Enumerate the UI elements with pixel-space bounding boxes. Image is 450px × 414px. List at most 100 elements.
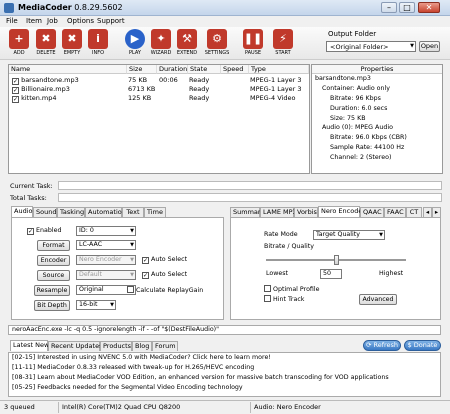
menu-bar: File Item Job Options Support <box>0 16 450 27</box>
news-item[interactable]: [08-31] Learn about MediaCoder VOD Editi… <box>12 374 389 381</box>
menu-job[interactable]: Job <box>47 17 58 25</box>
output-folder-select[interactable]: <Original Folder> ▼ <box>326 41 416 52</box>
quality-value-input[interactable]: 50 <box>320 269 342 279</box>
source-button[interactable]: Source <box>37 270 70 281</box>
status-cpu: Intel(R) Core(TM)2 Quad CPU Q8200 <box>62 403 181 411</box>
stream-id-select[interactable]: ID: 0 ▼ <box>76 226 136 236</box>
open-folder-button[interactable]: Open <box>419 41 440 52</box>
row-checkbox[interactable]: ✓ <box>12 87 19 94</box>
column-header-speed[interactable]: Speed <box>221 65 249 74</box>
maximize-button[interactable]: □ <box>399 2 415 13</box>
replaygain-checkbox[interactable]: Calculate ReplayGain <box>127 286 203 294</box>
column-header-duration[interactable]: Duration <box>157 65 188 74</box>
tab-ct[interactable]: CT <box>406 207 422 217</box>
tab-faac[interactable]: FAAC <box>384 207 406 217</box>
encoder-select[interactable]: Nero Encoder ▼ <box>76 255 136 265</box>
table-row[interactable]: ✓ Billionaire.mp3 <box>12 85 70 94</box>
pause-button[interactable]: ❚❚ PAUSE <box>241 29 265 56</box>
highest-label: Highest <box>379 270 404 277</box>
add-icon: + <box>9 29 29 49</box>
total-tasks-progress <box>58 193 442 202</box>
prop-sample-rate: Sample Rate: 44100 Hz <box>330 144 405 151</box>
row-checkbox[interactable]: ✓ <box>12 78 19 85</box>
quality-slider-thumb[interactable] <box>334 255 339 265</box>
news-item[interactable]: [02-15] Interested in using NVENC 5.0 wi… <box>12 354 271 361</box>
tab-time[interactable]: Time <box>144 207 166 217</box>
properties-header: Properties <box>312 65 442 74</box>
tab-text[interactable]: Text <box>122 207 144 217</box>
menu-options[interactable]: Options <box>67 17 94 25</box>
refresh-button[interactable]: ⟳ Refresh <box>363 340 401 351</box>
encoder-button[interactable]: Encoder <box>37 255 70 266</box>
check-icon: ✓ <box>142 257 149 264</box>
tab-summary[interactable]: Summary <box>230 207 264 217</box>
tab-tasking[interactable]: Tasking <box>57 207 85 217</box>
minimize-button[interactable]: – <box>381 2 397 13</box>
menu-item[interactable]: Item <box>26 17 42 25</box>
toolbar-button-label: SETTINGS <box>204 50 230 56</box>
donate-button[interactable]: $ Donate <box>404 340 441 351</box>
column-header-type[interactable]: Type <box>249 65 309 74</box>
menu-support[interactable]: Support <box>97 17 125 25</box>
source-select[interactable]: Default ▼ <box>76 270 136 280</box>
tab-sound[interactable]: Sound <box>33 207 57 217</box>
command-line-field[interactable]: neroAacEnc.exe -lc -q 0.5 -ignorelength … <box>8 325 441 335</box>
format-button[interactable]: Format <box>37 240 70 251</box>
tab-forum[interactable]: Forum <box>152 341 178 351</box>
row-state: Ready <box>189 76 210 84</box>
news-item[interactable]: [05-25] Feedbacks needed for the Segment… <box>12 384 243 391</box>
title-bar: MediaCoder 0.8.29.5602 – □ ✕ <box>0 0 450 16</box>
prop-duration: Duration: 6.0 secs <box>330 105 388 112</box>
row-checkbox[interactable]: ✓ <box>12 96 19 103</box>
check-icon: ✓ <box>27 228 34 235</box>
auto-select-encoder-checkbox[interactable]: ✓ Auto Select <box>142 256 187 264</box>
bit-depth-select[interactable]: 16-bit ▼ <box>76 300 116 310</box>
start-button[interactable]: ⚡ START <box>271 29 295 56</box>
output-folder-label: Output Folder <box>328 30 377 38</box>
tab-qaac[interactable]: QAAC <box>360 207 384 217</box>
column-header-state[interactable]: State <box>188 65 221 74</box>
enabled-checkbox[interactable]: ✓ Enabled <box>27 227 61 235</box>
prop-channel: Channel: 2 (Stereo) <box>330 154 392 161</box>
play-icon: ▶ <box>125 29 145 49</box>
close-button[interactable]: ✕ <box>418 2 440 13</box>
chevron-down-icon: ▼ <box>130 257 134 263</box>
tab-products[interactable]: Products <box>100 341 132 351</box>
optimal-profile-checkbox[interactable]: Optimal Profile <box>264 285 320 293</box>
menu-file[interactable]: File <box>6 17 18 25</box>
tab-lame-mp3[interactable]: LAME MP3 <box>260 207 297 217</box>
rate-mode-select[interactable]: Target Quality ▼ <box>313 230 385 240</box>
advanced-button[interactable]: Advanced <box>359 294 397 305</box>
info-button[interactable]: i INFO <box>86 29 110 56</box>
news-item[interactable]: [11-11] MediaCoder 0.8.33 released with … <box>12 364 254 371</box>
tab-vorbis[interactable]: Vorbis <box>294 207 318 217</box>
tab-latest-news[interactable]: Latest News <box>10 340 53 351</box>
row-size: 6713 KB <box>128 85 156 93</box>
tab-recent-updates[interactable]: Recent Updates <box>48 341 102 351</box>
column-header-size[interactable]: Size <box>127 65 157 74</box>
tab-scroll-right-icon[interactable]: ▸ <box>432 207 441 217</box>
empty-icon: ✖ <box>62 29 82 49</box>
row-type: MPEG-4 Video <box>250 94 296 102</box>
format-select[interactable]: LC-AAC ▼ <box>76 240 136 250</box>
bit-depth-button[interactable]: Bit Depth <box>34 300 70 311</box>
extend-button[interactable]: ⚒ EXTEND <box>175 29 199 56</box>
auto-select-source-checkbox[interactable]: ✓ Auto Select <box>142 271 187 279</box>
delete-icon: ✖ <box>36 29 56 49</box>
hint-track-checkbox[interactable]: Hint Track <box>264 295 304 303</box>
tab-audio[interactable]: Audio <box>11 206 33 217</box>
tab-nero-encoder[interactable]: Nero Encoder <box>318 206 365 217</box>
resample-button[interactable]: Resample <box>34 285 70 296</box>
properties-panel[interactable]: Properties barsandtone.mp3 Container: Au… <box>311 64 443 174</box>
settings-icon: ⚙ <box>207 29 227 49</box>
settings-button[interactable]: ⚙ SETTINGS <box>205 29 229 56</box>
row-type: MPEG-1 Layer 3 <box>250 85 302 93</box>
tab-scroll-left-icon[interactable]: ◂ <box>423 207 432 217</box>
column-header-name[interactable]: Name <box>9 65 127 74</box>
status-queued: 3 queued <box>4 403 35 411</box>
tab-blog[interactable]: Blog <box>132 341 152 351</box>
table-row[interactable]: ✓ kitten.mp4 <box>12 94 57 103</box>
table-row[interactable]: ✓ barsandtone.mp3 <box>12 76 79 85</box>
file-list[interactable]: Name Size Duration State Speed Type ✓ ba… <box>8 64 310 174</box>
tab-automation[interactable]: Automation <box>85 207 126 217</box>
